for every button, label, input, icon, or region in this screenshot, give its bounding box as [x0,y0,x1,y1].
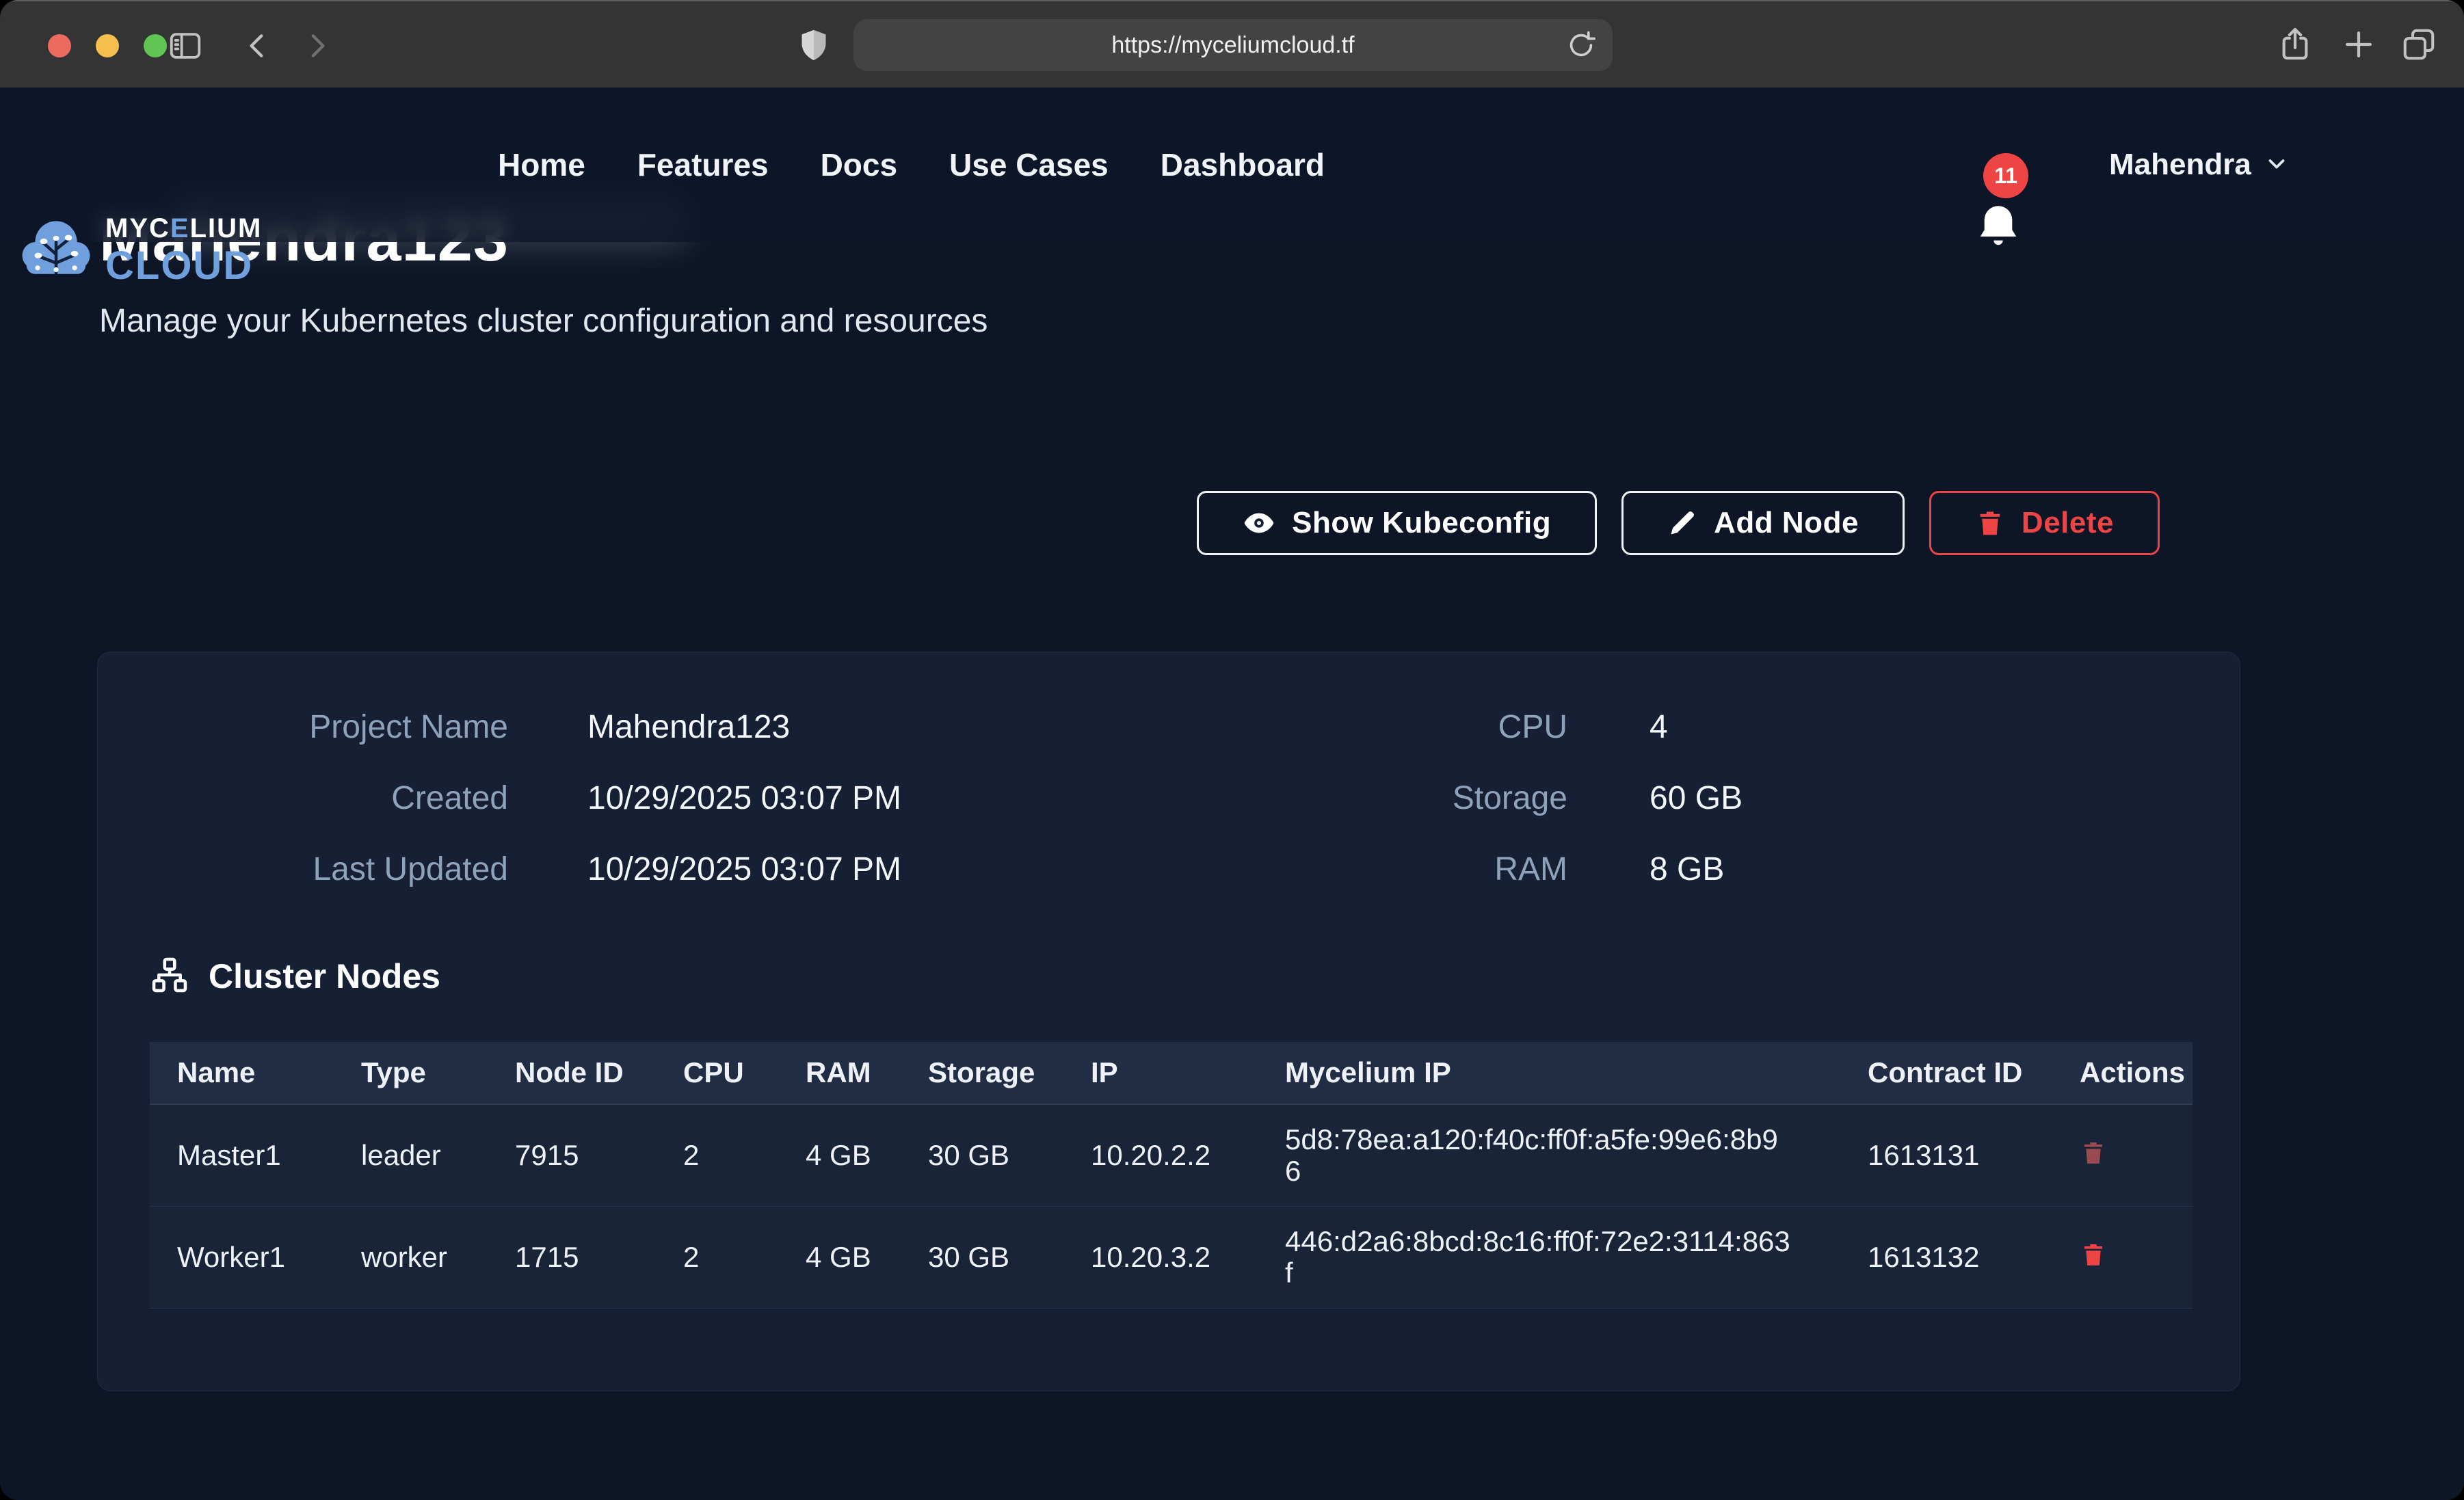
nav-link-dashboard[interactable]: Dashboard [1161,146,1325,183]
col-type: Type [334,1042,488,1104]
delete-label: Delete [2022,506,2114,540]
table-row: Worker1 worker 1715 2 4 GB 30 GB 10.20.3… [150,1207,2193,1309]
browser-window: https://myceliumcloud.tf Mahendra123 Man… [0,0,2464,1500]
details-right-column: CPU 4 Storage 60 GB RAM 8 GB [1169,707,2240,890]
bell-icon [1970,198,2027,259]
details-left-column: Project Name Mahendra123 Created 10/29/2… [98,707,1169,890]
mycelium-cloud-logo-icon [19,208,93,292]
col-storage: Storage [901,1042,1063,1104]
storage-label: Storage [1169,778,1567,819]
cluster-actions-toolbar: Show Kubeconfig Add Node Delete [1197,491,2160,555]
col-node-id: Node ID [488,1042,656,1104]
network-icon [150,955,189,998]
add-node-label: Add Node [1714,506,1859,540]
cell-cpu: 2 [656,1207,778,1309]
last-updated-value: 10/29/2025 03:07 PM [587,849,901,890]
show-kubeconfig-button[interactable]: Show Kubeconfig [1197,491,1597,555]
created-label: Created [98,778,508,819]
col-actions: Actions [2052,1042,2193,1104]
cluster-nodes-header: Cluster Nodes [150,954,2240,998]
ram-label: RAM [1169,849,1567,890]
notifications-button[interactable]: 11 [1964,153,2046,242]
notification-badge: 11 [1983,153,2028,198]
brand-logo[interactable]: MYCELIUM CLOUD [19,208,262,292]
cell-ip: 10.20.3.2 [1063,1207,1258,1309]
cluster-nodes-title: Cluster Nodes [209,956,440,996]
cell-storage: 30 GB [901,1104,1063,1207]
col-contract-id: Contract ID [1840,1042,2052,1104]
trash-icon [1975,508,2005,538]
cell-node-id: 7915 [488,1104,656,1207]
cell-mycelium-ip: 5d8:78ea:a120:f40c:ff0f:a5fe:99e6:8b96 [1258,1104,1840,1207]
nav-links: Home Features Docs Use Cases Dashboard [498,88,1325,242]
col-name: Name [150,1042,334,1104]
storage-value: 60 GB [1650,778,1743,819]
page-subtitle: Manage your Kubernetes cluster configura… [99,302,988,340]
cell-storage: 30 GB [901,1207,1063,1309]
nav-link-home[interactable]: Home [498,146,585,183]
col-mycelium-ip: Mycelium IP [1258,1042,1840,1104]
col-cpu: CPU [656,1042,778,1104]
project-name-label: Project Name [98,707,508,748]
cell-type: leader [334,1104,488,1207]
eye-icon [1243,507,1275,539]
user-name: Mahendra [2109,148,2251,182]
cpu-label: CPU [1169,707,1567,748]
brand-line-mycelium: MYCELIUM [105,215,262,242]
chevron-down-icon [2264,150,2290,180]
project-name-value: Mahendra123 [587,707,790,748]
show-kubeconfig-label: Show Kubeconfig [1292,506,1551,540]
col-ip: IP [1063,1042,1258,1104]
cluster-nodes-table: Name Type Node ID CPU RAM Storage IP Myc… [150,1042,2193,1309]
delete-cluster-button[interactable]: Delete [1929,491,2160,555]
brand-line-cloud: CLOUD [105,246,262,286]
cluster-panel: Project Name Mahendra123 Created 10/29/2… [97,652,2240,1391]
cpu-value: 4 [1650,707,1668,748]
nav-link-features[interactable]: Features [637,146,769,183]
cell-mycelium-ip: 446:d2a6:8bcd:8c16:ff0f:72e2:3114:863f [1258,1207,1840,1309]
delete-node-button[interactable] [2080,1240,2107,1272]
cell-node-id: 1715 [488,1207,656,1309]
cell-type: worker [334,1207,488,1309]
user-menu[interactable]: Mahendra [2109,88,2290,242]
cell-name: Master1 [150,1104,334,1207]
cell-ram: 4 GB [778,1207,901,1309]
cell-cpu: 2 [656,1104,778,1207]
cell-contract-id: 1613132 [1840,1207,2052,1309]
cell-name: Worker1 [150,1207,334,1309]
cell-ip: 10.20.2.2 [1063,1104,1258,1207]
trash-icon [2080,1261,2107,1272]
add-node-button[interactable]: Add Node [1621,491,1905,555]
table-header-row: Name Type Node ID CPU RAM Storage IP Myc… [150,1042,2193,1104]
trash-icon [2080,1160,2107,1170]
ram-value: 8 GB [1650,849,1724,890]
site-navbar: MYCELIUM CLOUD Home Features Docs Use Ca… [0,88,2464,242]
table-row: Master1 leader 7915 2 4 GB 30 GB 10.20.2… [150,1104,2193,1207]
pencil-icon [1667,508,1697,538]
brand-wordmark: MYCELIUM CLOUD [105,215,262,286]
last-updated-label: Last Updated [98,849,508,890]
cluster-details: Project Name Mahendra123 Created 10/29/2… [98,707,2240,890]
created-value: 10/29/2025 03:07 PM [587,778,901,819]
nav-link-use-cases[interactable]: Use Cases [949,146,1109,183]
col-ram: RAM [778,1042,901,1104]
delete-node-button[interactable] [2080,1138,2107,1170]
cell-contract-id: 1613131 [1840,1104,2052,1207]
cell-ram: 4 GB [778,1104,901,1207]
nav-link-docs[interactable]: Docs [821,146,897,183]
